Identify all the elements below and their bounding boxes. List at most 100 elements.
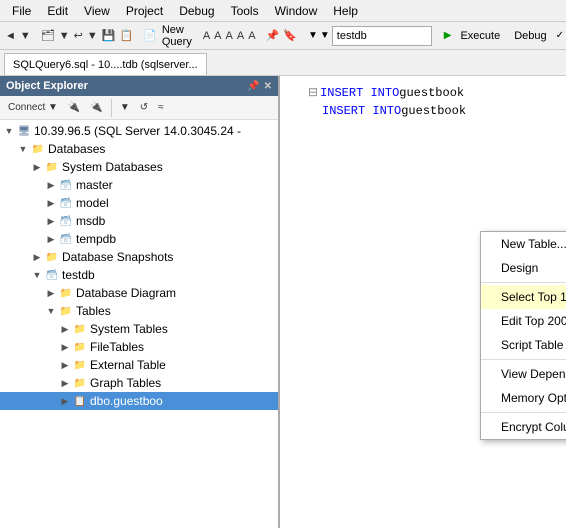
ctx-view-dependencies[interactable]: View Dependencies bbox=[481, 362, 566, 386]
graph-tables-label: Graph Tables bbox=[90, 376, 161, 390]
menu-window[interactable]: Window bbox=[267, 2, 326, 20]
tree-item-tables[interactable]: ▼ 📁 Tables bbox=[0, 302, 278, 320]
tree-item-master[interactable]: ▶ 🗃 master bbox=[0, 176, 278, 194]
toggle-tables: ▼ bbox=[44, 304, 58, 318]
tempdb-label: tempdb bbox=[76, 232, 116, 246]
menu-bar: File Edit View Project Debug Tools Windo… bbox=[0, 0, 566, 22]
menu-edit[interactable]: Edit bbox=[39, 2, 76, 20]
ctx-encrypt-columns[interactable]: Encrypt Columns... bbox=[481, 415, 566, 439]
new-query-icon[interactable]: 📄 bbox=[142, 25, 158, 47]
db-selector[interactable] bbox=[332, 26, 432, 46]
oe-sep bbox=[111, 99, 112, 117]
close-icon[interactable]: ✕ bbox=[264, 81, 272, 92]
forward-button[interactable]: ▼ bbox=[19, 25, 32, 47]
master-icon: 🗃 bbox=[58, 177, 74, 193]
toolbar-btn-2[interactable]: ▼ bbox=[58, 25, 71, 47]
tree-item-file-tables[interactable]: ▶ 📁 FileTables bbox=[0, 338, 278, 356]
back-button[interactable]: ◄ bbox=[4, 25, 17, 47]
tree-item-server[interactable]: ▼ 🖥 10.39.96.5 (SQL Server 14.0.3045.24 … bbox=[0, 122, 278, 140]
connect-button[interactable]: Connect ▼ bbox=[4, 100, 62, 115]
menu-project[interactable]: Project bbox=[118, 2, 171, 20]
toolbar-btn-4[interactable]: ▼ bbox=[86, 25, 99, 47]
ctx-script-table[interactable]: Script Table as ▶ bbox=[481, 333, 566, 357]
ctx-select-top-1000[interactable]: Select Top 1000 Rows bbox=[481, 285, 566, 309]
oe-header-icons: 📌 ✕ bbox=[247, 81, 272, 92]
oe-refresh-btn[interactable]: ↺ bbox=[136, 100, 152, 115]
ctx-memory-optimization-label: Memory Optimization Advisor bbox=[501, 391, 566, 405]
toggle-file-tables: ▶ bbox=[58, 340, 72, 354]
bookmark-button[interactable]: 🔖 bbox=[282, 25, 298, 47]
toolbar-icon-b[interactable]: A bbox=[213, 25, 222, 47]
toolbar-icon-c[interactable]: A bbox=[225, 25, 234, 47]
toolbar-btn-1[interactable]: 🗂 bbox=[40, 25, 56, 47]
menu-debug[interactable]: Debug bbox=[171, 2, 222, 20]
ctx-new-table[interactable]: New Table... bbox=[481, 232, 566, 256]
toggle-db-snapshots: ▶ bbox=[30, 250, 44, 264]
tree-item-msdb[interactable]: ▶ 🗃 msdb bbox=[0, 212, 278, 230]
external-tables-label: External Table bbox=[90, 358, 166, 372]
tree-item-tempdb[interactable]: ▶ 🗃 tempdb bbox=[0, 230, 278, 248]
tree-item-system-tables[interactable]: ▶ 📁 System Tables bbox=[0, 320, 278, 338]
tree-item-databases[interactable]: ▼ 📁 Databases bbox=[0, 140, 278, 158]
databases-label: Databases bbox=[48, 142, 105, 156]
ctx-script-table-label: Script Table as bbox=[501, 338, 566, 352]
disconnect-button[interactable]: 🔌 bbox=[86, 100, 106, 115]
testdb-icon: 🗃 bbox=[44, 267, 60, 283]
db-diagrams-label: Database Diagram bbox=[76, 286, 176, 300]
ctx-select-top-1000-label: Select Top 1000 Rows bbox=[501, 290, 566, 304]
tree-item-graph-tables[interactable]: ▶ 📁 Graph Tables bbox=[0, 374, 278, 392]
debug-button[interactable]: Debug bbox=[509, 28, 551, 44]
toolbar-icon-d[interactable]: A bbox=[236, 25, 245, 47]
ctx-edit-top-200[interactable]: Edit Top 200 Rows bbox=[481, 309, 566, 333]
toggle-external-tables: ▶ bbox=[58, 358, 72, 372]
toolbar-icon-e[interactable]: A bbox=[247, 25, 256, 47]
tree-item-system-dbs[interactable]: ▶ 📁 System Databases bbox=[0, 158, 278, 176]
db-snapshots-label: Database Snapshots bbox=[62, 250, 173, 264]
new-query-label[interactable]: New Query bbox=[160, 24, 194, 48]
databases-icon: 📁 bbox=[30, 141, 46, 157]
menu-tools[interactable]: Tools bbox=[223, 2, 267, 20]
tree-item-db-snapshots[interactable]: ▶ 📁 Database Snapshots bbox=[0, 248, 278, 266]
tables-label: Tables bbox=[76, 304, 111, 318]
graph-tables-icon: 📁 bbox=[72, 375, 88, 391]
ctx-separator-3 bbox=[481, 412, 566, 413]
msdb-label: msdb bbox=[76, 214, 105, 228]
pin-icon[interactable]: 📌 bbox=[247, 81, 259, 92]
menu-view[interactable]: View bbox=[76, 2, 118, 20]
toolbar-icon-a[interactable]: A bbox=[202, 25, 211, 47]
filter-icon-2: ▼ bbox=[320, 30, 330, 41]
tree-item-model[interactable]: ▶ 🗃 model bbox=[0, 194, 278, 212]
ctx-view-dependencies-label: View Dependencies bbox=[501, 367, 566, 381]
toggle-db-diagrams: ▶ bbox=[44, 286, 58, 300]
execute-button[interactable]: Execute bbox=[455, 28, 505, 44]
tree-item-testdb[interactable]: ▼ 🗃 testdb bbox=[0, 266, 278, 284]
tempdb-icon: 🗃 bbox=[58, 231, 74, 247]
filter-button[interactable]: ▼ bbox=[116, 100, 134, 115]
toolbar-btn-3[interactable]: ↩ bbox=[73, 25, 84, 47]
oe-toolbar: Connect ▼ 🔌 🔌 ▼ ↺ ≈ bbox=[0, 96, 278, 120]
tree-item-db-diagrams[interactable]: ▶ 📁 Database Diagram bbox=[0, 284, 278, 302]
tree-item-external-tables[interactable]: ▶ 📁 External Table bbox=[0, 356, 278, 374]
tab-sqlquery[interactable]: SQLQuery6.sql - 10....tdb (sqlserver... bbox=[4, 53, 207, 75]
tables-icon: 📁 bbox=[58, 303, 74, 319]
ctx-separator-2 bbox=[481, 359, 566, 360]
guestbook-label: dbo.guestboo bbox=[90, 394, 163, 408]
save-button[interactable]: 💾 bbox=[101, 25, 117, 47]
toggle-guestbook: ▶ bbox=[58, 394, 72, 408]
toolbar-btn-5[interactable]: 📋 bbox=[118, 25, 134, 47]
pin-button[interactable]: 📌 bbox=[265, 25, 281, 47]
system-dbs-icon: 📁 bbox=[44, 159, 60, 175]
tree-item-guestbook[interactable]: ▶ 📋 dbo.guestboo bbox=[0, 392, 278, 410]
execute-area: ▶ Execute Debug ✓ bbox=[444, 28, 564, 44]
sql-text-2: guestbook bbox=[401, 102, 466, 120]
oe-options-btn[interactable]: ≈ bbox=[154, 100, 168, 115]
collapse-icon-1[interactable]: ⊟ bbox=[308, 84, 320, 102]
ctx-memory-optimization[interactable]: Memory Optimization Advisor bbox=[481, 386, 566, 410]
menu-help[interactable]: Help bbox=[325, 2, 366, 20]
ctx-design[interactable]: Design bbox=[481, 256, 566, 280]
toolbar: ◄ ▼ 🗂 ▼ ↩ ▼ 💾 📋 📄 New Query A A A A A 📌 … bbox=[0, 22, 566, 50]
refresh-button[interactable]: 🔌 bbox=[64, 100, 84, 115]
file-tables-label: FileTables bbox=[90, 340, 144, 354]
db-snapshots-icon: 📁 bbox=[44, 249, 60, 265]
menu-file[interactable]: File bbox=[4, 2, 39, 20]
